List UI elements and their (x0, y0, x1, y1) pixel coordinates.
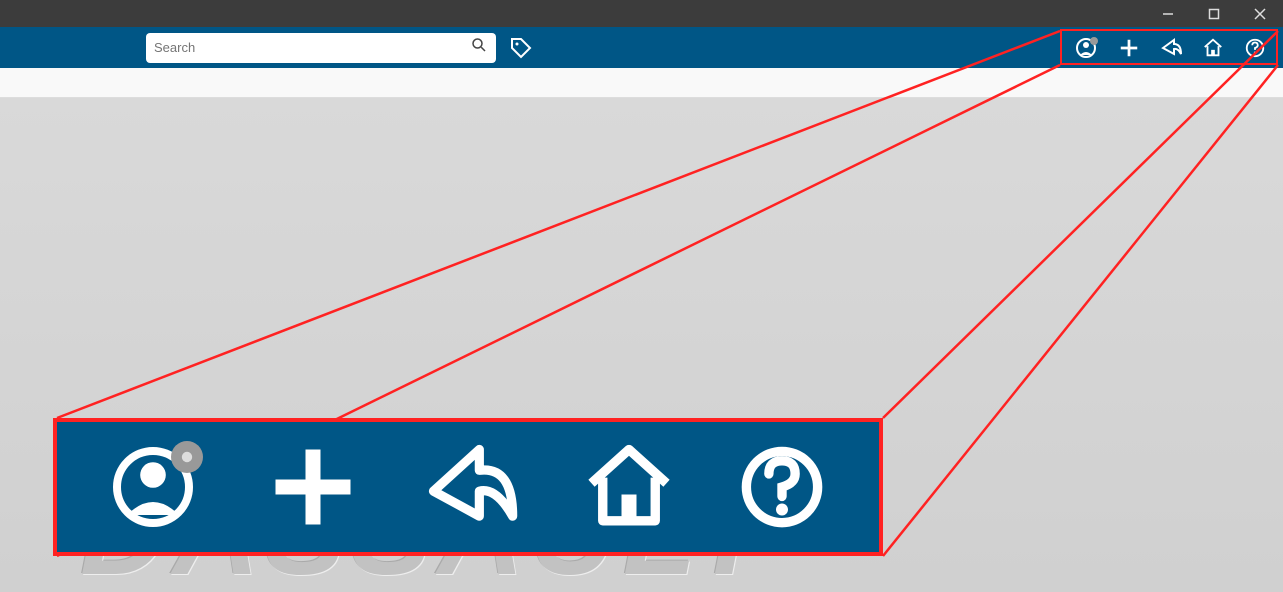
window-minimize-button[interactable] (1145, 0, 1191, 27)
add-button[interactable] (1115, 34, 1143, 62)
window-titlebar (0, 0, 1283, 27)
search-icon[interactable] (470, 36, 488, 59)
search-box[interactable] (146, 33, 496, 63)
zoom-profile-button[interactable] (109, 439, 205, 535)
profile-button[interactable] (1073, 34, 1101, 62)
window-maximize-button[interactable] (1191, 0, 1237, 27)
search-input[interactable] (154, 40, 470, 55)
zoom-help-button[interactable] (737, 442, 827, 532)
zoom-add-button[interactable] (268, 442, 358, 532)
zoom-callout-panel (53, 418, 883, 556)
share-button[interactable] (1157, 34, 1185, 62)
topbar (0, 27, 1283, 68)
window-close-button[interactable] (1237, 0, 1283, 27)
sub-toolbar (0, 68, 1283, 98)
zoom-share-button[interactable] (421, 437, 521, 537)
zoom-home-button[interactable] (584, 442, 674, 532)
topbar-right-group (1067, 27, 1275, 68)
home-button[interactable] (1199, 34, 1227, 62)
tag-button[interactable] (506, 33, 536, 63)
help-button[interactable] (1241, 34, 1269, 62)
